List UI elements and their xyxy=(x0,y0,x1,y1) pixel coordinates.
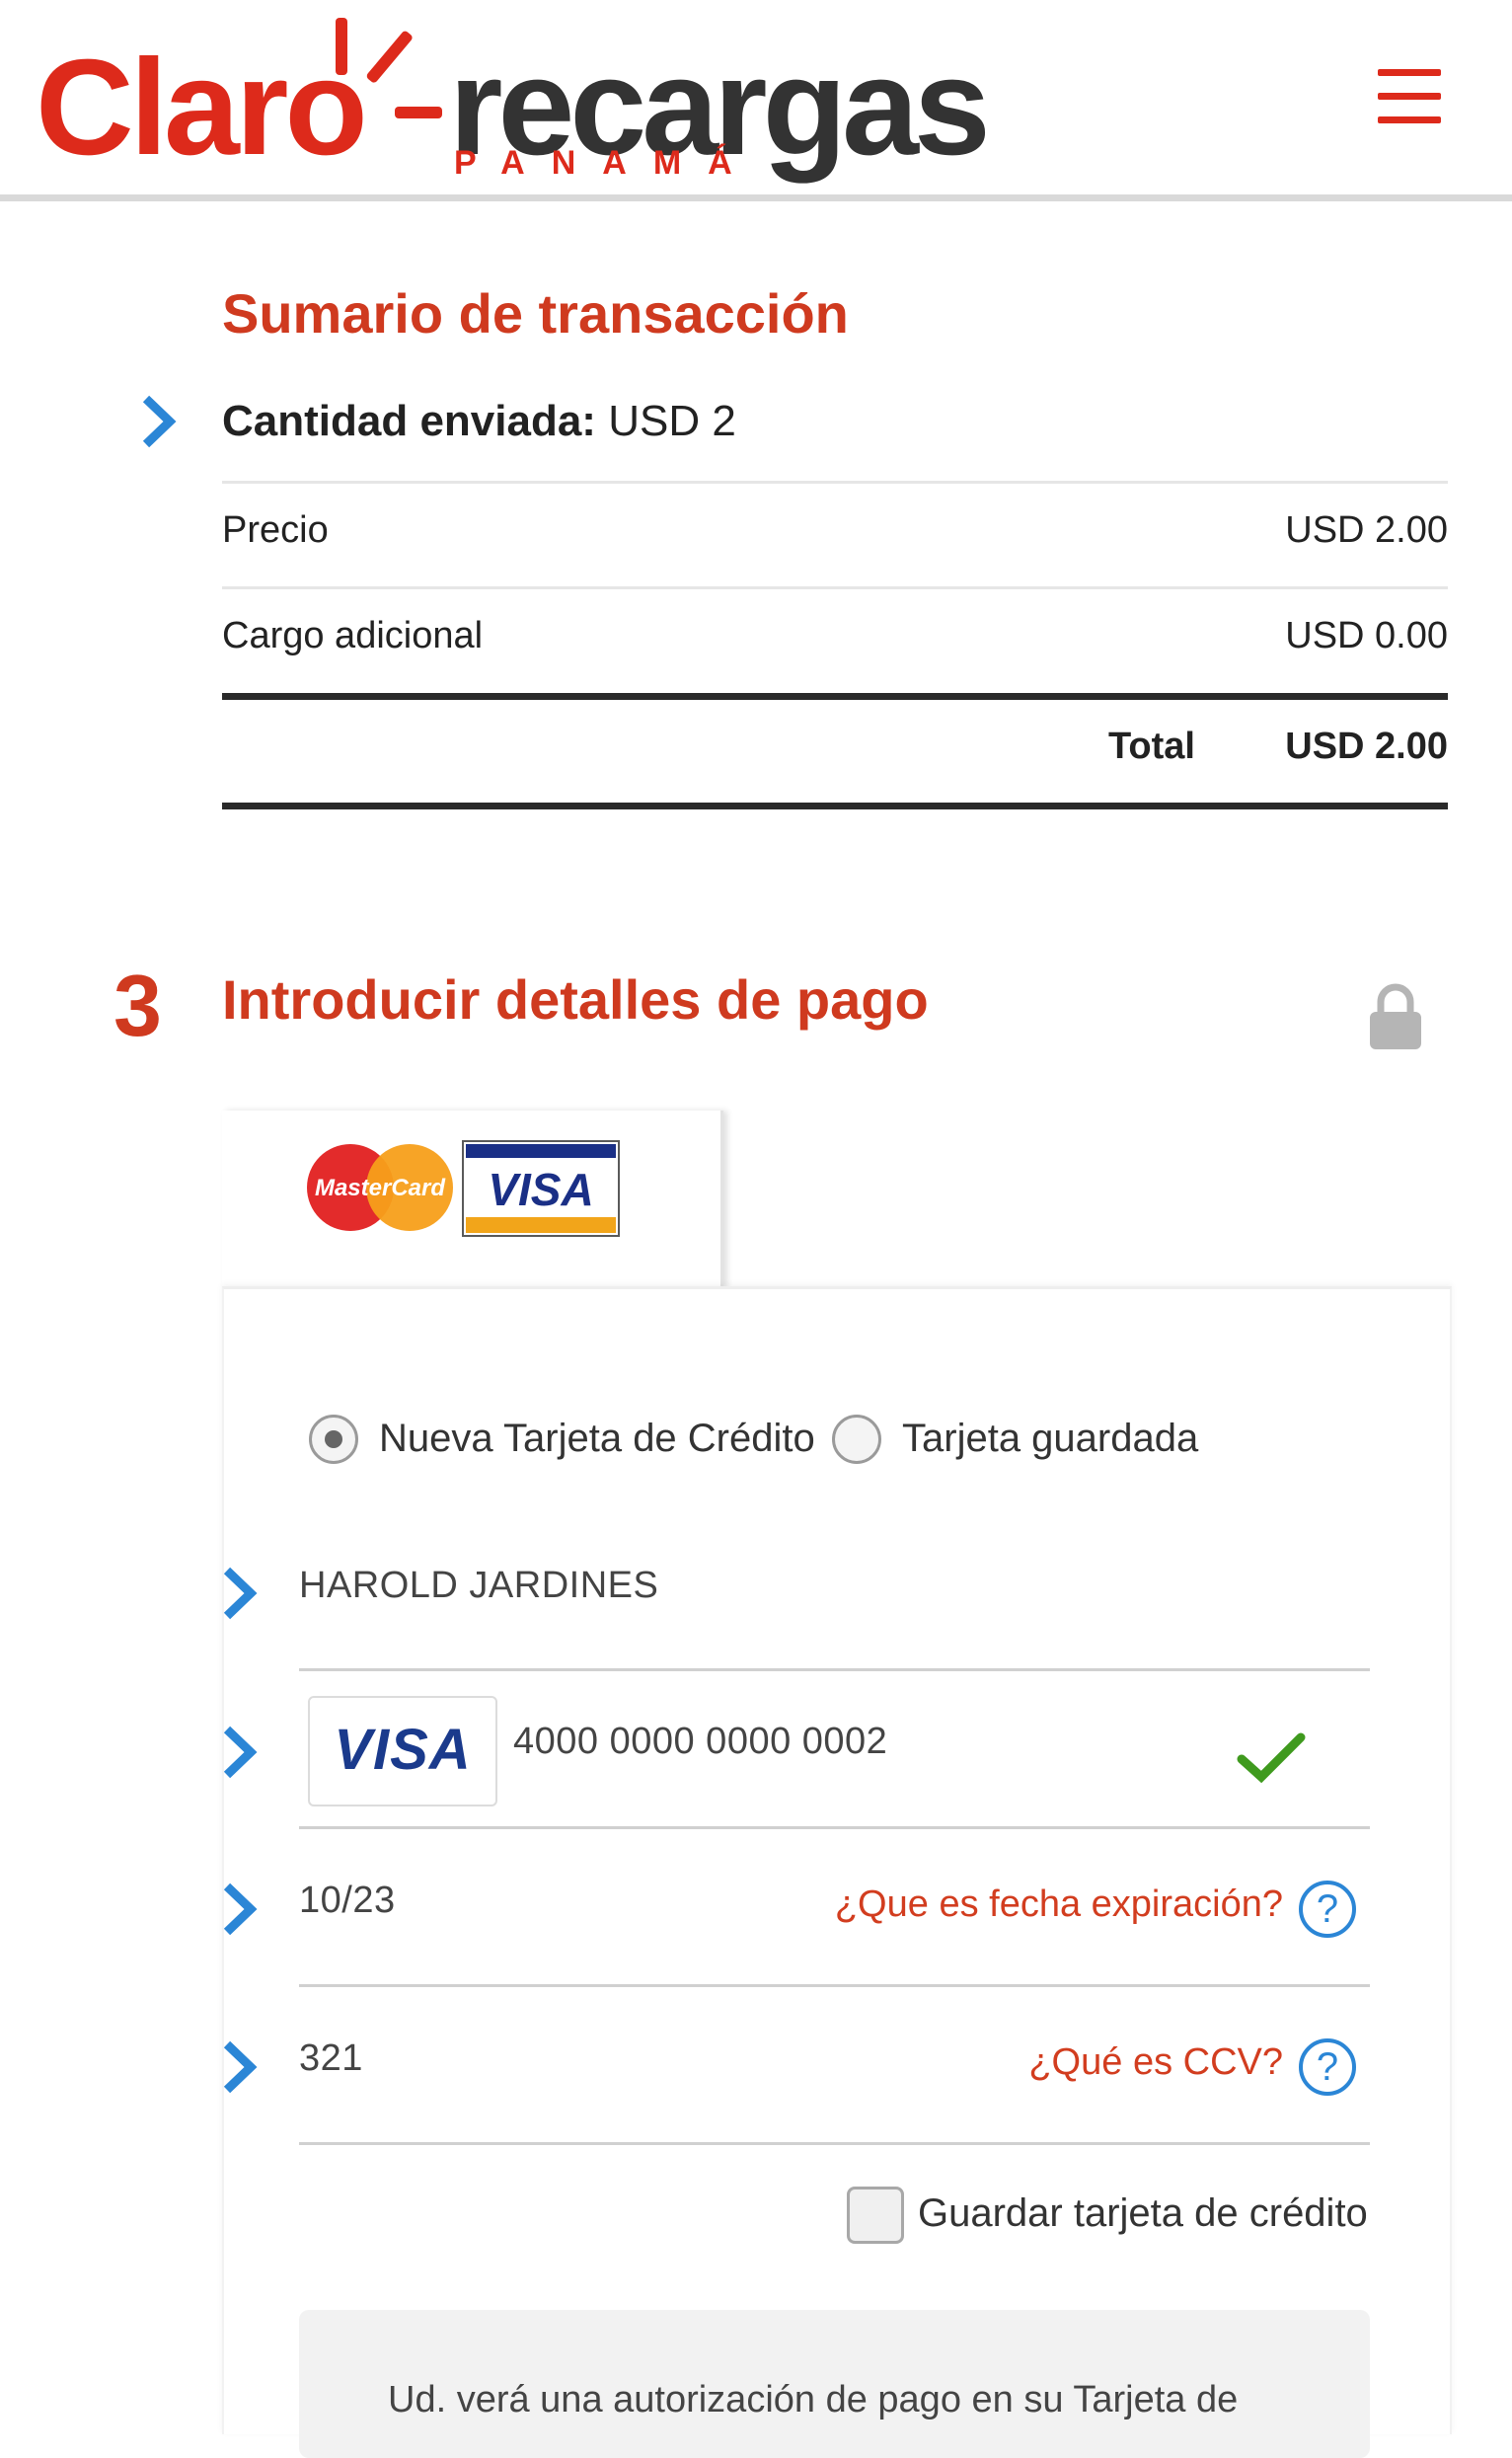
chevron-right-icon xyxy=(223,1726,258,1779)
save-card-checkbox[interactable] xyxy=(847,2187,904,2244)
visa-logo-text: VISA xyxy=(334,1718,472,1782)
save-card-label[interactable]: Guardar tarjeta de crédito xyxy=(918,2193,1368,2233)
price-label: Precio xyxy=(222,509,329,551)
svg-text:MasterCard: MasterCard xyxy=(315,1175,446,1201)
logo-country-text: PANAMÁ xyxy=(454,144,759,182)
payment-notice-text: Ud. verá una autorización de pago en su … xyxy=(388,2379,1239,2420)
visa-card-icon: VISA xyxy=(462,1140,620,1237)
expiry-help-link[interactable]: ¿Que es fecha expiración? xyxy=(835,1885,1283,1923)
price-value: USD 2.00 xyxy=(1285,509,1448,551)
summary-title: Sumario de transacción xyxy=(222,282,849,345)
new-card-radio-label[interactable]: Nueva Tarjeta de Crédito xyxy=(379,1419,815,1458)
extra-charge-value: USD 0.00 xyxy=(1285,615,1448,656)
step-number: 3 xyxy=(113,957,162,1054)
mastercard-icon: MasterCard xyxy=(307,1144,453,1231)
extra-charge-label: Cargo adicional xyxy=(222,615,484,656)
saved-card-radio[interactable] xyxy=(832,1415,881,1464)
new-card-radio[interactable] xyxy=(309,1415,358,1464)
help-circle-icon[interactable]: ? xyxy=(1299,2038,1356,2096)
divider xyxy=(222,586,1448,589)
chevron-right-icon xyxy=(223,1882,258,1936)
hamburger-menu-icon[interactable] xyxy=(1378,69,1441,124)
cardholder-name-field[interactable]: HAROLD JARDINES xyxy=(299,1567,658,1604)
amount-sent: Cantidad enviada: USD 2 xyxy=(222,400,736,443)
visa-logo-icon: VISA xyxy=(308,1696,497,1806)
total-value: USD 2.00 xyxy=(1285,726,1448,767)
cvv-help-link[interactable]: ¿Qué es CCV? xyxy=(1028,2043,1283,2081)
amount-sent-value: USD 2 xyxy=(608,397,736,445)
chevron-right-icon xyxy=(223,2040,258,2094)
divider xyxy=(222,481,1448,484)
logo-claro-text: Claro xyxy=(36,32,368,184)
field-underline xyxy=(299,2142,1370,2145)
field-underline xyxy=(299,1826,1370,1829)
chevron-right-icon xyxy=(223,1567,258,1620)
total-top-rule xyxy=(222,693,1448,700)
field-underline xyxy=(299,1668,1370,1671)
card-type-tab[interactable]: MasterCard VISA xyxy=(222,1111,723,1288)
card-number-field[interactable]: 4000 0000 0000 0002 xyxy=(513,1723,887,1760)
help-circle-icon[interactable]: ? xyxy=(1299,1881,1356,1938)
chevron-right-icon xyxy=(142,395,177,448)
header-divider xyxy=(0,194,1512,201)
saved-card-radio-label[interactable]: Tarjeta guardada xyxy=(902,1419,1198,1458)
app-header: Claro recargas PANAMÁ xyxy=(0,0,1512,197)
expiry-field[interactable]: 10/23 xyxy=(299,1882,396,1919)
checkmark-icon xyxy=(1237,1732,1306,1784)
total-label: Total xyxy=(1108,726,1195,767)
payment-title: Introducir detalles de pago xyxy=(222,968,929,1031)
field-underline xyxy=(299,1984,1370,1987)
svg-text:VISA: VISA xyxy=(488,1164,593,1215)
amount-sent-label: Cantidad enviada: xyxy=(222,397,596,445)
lock-icon xyxy=(1370,983,1421,1049)
cvv-field[interactable]: 321 xyxy=(299,2039,363,2077)
total-bottom-rule xyxy=(222,803,1448,809)
